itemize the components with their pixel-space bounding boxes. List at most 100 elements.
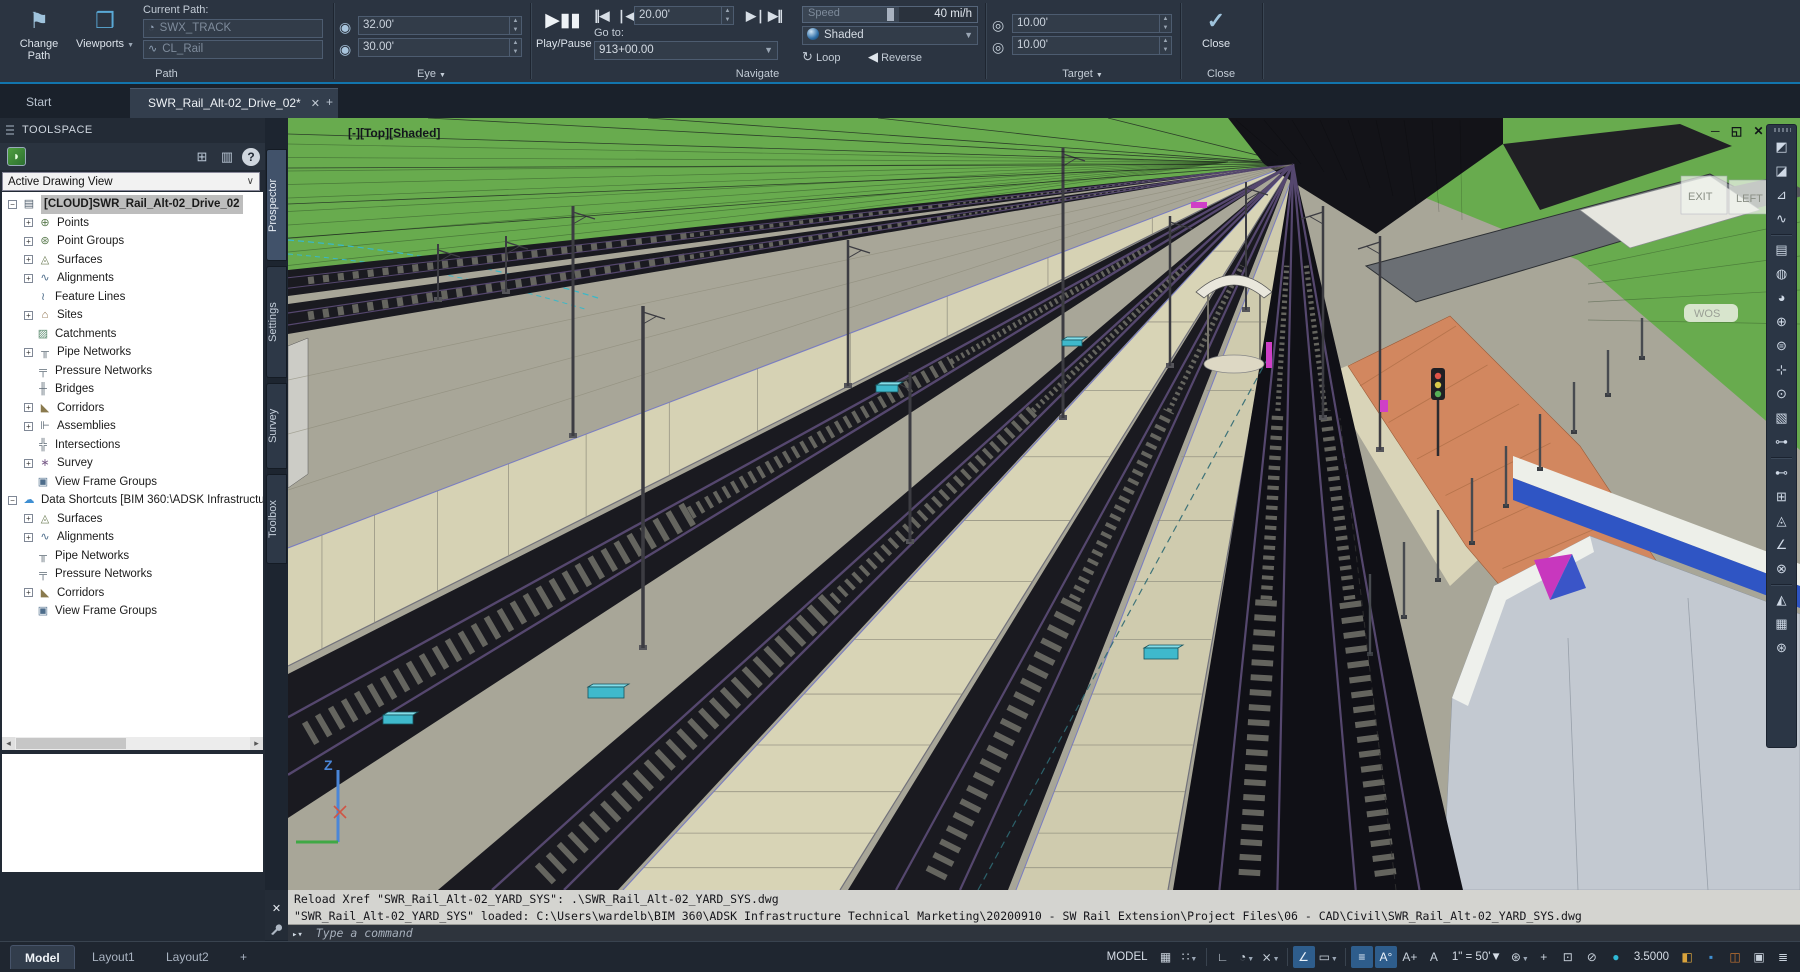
target-offset-spinner[interactable]: ▲▼ [1160,36,1172,55]
target-offset-field[interactable]: 10.00' [1012,36,1160,55]
reverse-toggle[interactable]: ◀ Reverse [868,49,922,65]
close-command-icon[interactable]: ✕ [265,902,288,915]
annotation-monitor-icon[interactable]: ⊡ [1557,946,1579,968]
new-tab-button[interactable]: + [308,88,351,118]
isometric-drafting-icon[interactable]: ∠ [1293,946,1315,968]
go-to-end-button[interactable]: ▶∥ [768,8,783,24]
expand-icon[interactable]: + [24,218,33,227]
eye-height-field[interactable]: 32.00' [358,16,510,35]
tree-item[interactable]: −▤[CLOUD]SWR_Rail_Alt-02_Drive_02 [2,195,263,214]
table-cursor-icon[interactable]: ⊞ [1767,485,1796,509]
grid-tool-icon[interactable]: ▦ [1767,612,1796,636]
eraser-icon[interactable]: ⊗ [1767,557,1796,581]
tree-item[interactable]: +∗Survey [2,454,263,473]
clean-screen-icon[interactable]: ▣ [1748,946,1770,968]
tree-item[interactable]: +◬Surfaces [2,510,263,529]
workspace-switching-icon[interactable]: ⊛▼ [1509,946,1531,968]
sight-line-icon[interactable]: ⊿ [1767,183,1796,207]
eye-height-spinner[interactable]: ▲▼ [510,16,522,35]
toolspace-title[interactable]: TOOLSPACE [0,118,265,143]
customize-wrench-icon[interactable] [269,922,283,936]
tree-item[interactable]: ▣View Frame Groups [2,602,263,621]
point-select-icon[interactable]: ⊹ [1767,358,1796,382]
scroll-left-icon[interactable]: ◂ [2,737,15,750]
toolbar-grip[interactable] [1774,128,1791,132]
tab-active-drawing[interactable]: SWR_Rail_Alt-02_Drive_02*✕ [130,88,338,118]
viewports-button[interactable]: ❒ Viewports ▼ [74,4,136,62]
path-panel-label[interactable]: Path [0,68,333,80]
tree-item[interactable]: ╬Intersections [2,436,263,455]
trusted-dwg-icon[interactable]: ▪ [1700,946,1722,968]
command-input[interactable]: ▸▾ Type a command [288,925,1800,941]
step-forward-button[interactable]: ▶❘ [746,8,765,24]
palette-grip[interactable] [6,125,14,137]
expand-icon[interactable]: + [24,459,33,468]
speed-slider[interactable]: Speed 40 mi/h [802,6,978,23]
help-icon[interactable]: ? [242,148,260,166]
tab-prospector[interactable]: Prospector [266,149,287,261]
tree-item[interactable]: ╤Pressure Networks [2,362,263,381]
command-history[interactable]: Reload Xref "SWR_Rail_Alt-02_YARD_SYS": … [288,890,1800,925]
tree-item[interactable]: ▣View Frame Groups [2,473,263,492]
target-height-field[interactable]: 10.00' [1012,14,1160,33]
eye-offset-spinner[interactable]: ▲▼ [510,38,522,57]
speed-slider-handle[interactable] [887,8,894,21]
goto-station-dropdown[interactable]: 913+00.00▼ [594,41,778,60]
expand-icon[interactable]: + [24,237,33,246]
tree-item[interactable]: +⌂Sites [2,306,263,325]
tab-settings[interactable]: Settings [266,266,287,378]
target-height-spinner[interactable]: ▲▼ [1160,14,1172,33]
tab-model[interactable]: Model [10,945,75,969]
expand-icon[interactable]: + [24,588,33,597]
annotation-scale-icon[interactable]: A [1423,946,1445,968]
minimize-icon[interactable]: ─ [1711,124,1720,138]
tree-item[interactable]: ▨Catchments [2,325,263,344]
surface-tool-icon[interactable]: ◬ [1767,509,1796,533]
point-zoom-icon[interactable]: ⊙ [1767,382,1796,406]
surface-flag-icon[interactable]: ◩ [1767,135,1796,159]
close-drive-button[interactable]: ✓ Close [1184,4,1248,62]
tree-item[interactable]: +⊩Assemblies [2,417,263,436]
expand-icon[interactable]: + [24,274,33,283]
go-to-start-button[interactable]: ∥◀ [594,8,609,24]
point-label-icon[interactable]: ⊜ [1767,334,1796,358]
tree-item[interactable]: +◣Corridors [2,584,263,603]
object-snap-tracking-icon[interactable]: ⨯▼ [1260,946,1282,968]
snap-mode-icon[interactable]: ∷▼ [1179,946,1201,968]
tree-item[interactable]: ╫Bridges [2,380,263,399]
rail-path-field[interactable]: ∿CL_Rail [143,40,323,59]
scrollbar-thumb[interactable] [16,738,126,749]
tab-toolbox[interactable]: Toolbox [266,474,287,564]
annotation-scale-value[interactable]: 1" = 50'▼ [1447,951,1507,963]
tab-layout2[interactable]: Layout2 [152,945,223,969]
tree-item[interactable]: +◬Surfaces [2,251,263,270]
desktop-connector-icon[interactable]: ◫ [1724,946,1746,968]
track-path-field[interactable]: ◔SWX_TRACK [143,19,323,38]
loop-toggle[interactable]: ↻ Loop [802,49,840,65]
section-line-icon[interactable]: ⊶ [1767,430,1796,454]
lineweight-display-icon[interactable]: ≡ [1351,946,1373,968]
annotation-visibility-icon[interactable]: A° [1375,946,1397,968]
eye-offset-field[interactable]: 30.00' [358,38,510,57]
annotation-autoscale-icon[interactable]: A+ [1399,946,1421,968]
grid-display-icon[interactable]: ▦ [1155,946,1177,968]
station-step-spinner[interactable]: ▲▼ [722,6,734,25]
visual-style-dropdown[interactable]: Shaded▼ [802,26,978,45]
expand-icon[interactable]: + [24,514,33,523]
expand-icon[interactable]: + [24,422,33,431]
change-path-button[interactable]: ⚑ Change Path [8,4,70,62]
geolocation-icon[interactable]: ◕ [1767,286,1796,310]
ortho-mode-icon[interactable]: ∟ [1212,946,1234,968]
tree-item[interactable]: +∿Alignments [2,269,263,288]
target-panel-label[interactable]: Target ▼ [985,68,1180,80]
expand-icon[interactable]: + [24,533,33,542]
tab-layout1[interactable]: Layout1 [78,945,149,969]
tab-start[interactable]: Start [8,88,69,118]
polar-tracking-icon[interactable]: ◔▼ [1236,946,1258,968]
tree-item[interactable]: +⊛Point Groups [2,232,263,251]
tree-item[interactable]: +∿Alignments [2,528,263,547]
share-drawing-icon[interactable]: ◧ [1676,946,1698,968]
scroll-right-icon[interactable]: ▸ [250,737,263,750]
new-layout-button[interactable]: + [226,945,261,969]
point-create-icon[interactable]: ⊕ [1767,310,1796,334]
